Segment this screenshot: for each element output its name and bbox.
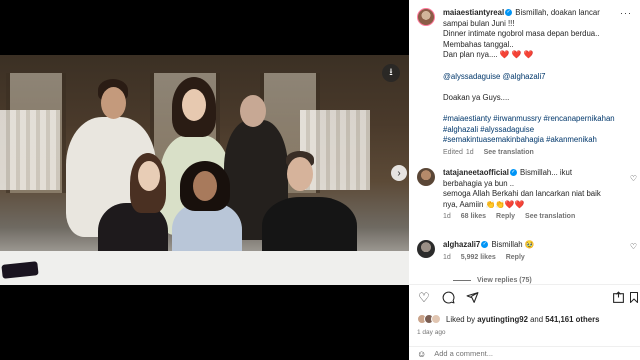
- action-bar: ♡: [417, 291, 638, 307]
- comment-likes[interactable]: 5,992 likes: [461, 254, 496, 261]
- comment-line: berbahagia ya bun ..: [443, 178, 515, 188]
- caption-line: Dan plan nya....: [443, 50, 498, 60]
- add-comment-input[interactable]: Add a comment...: [434, 349, 493, 358]
- caption-age: 1d: [465, 148, 474, 156]
- caption-mentions[interactable]: @alyssadaguise @alghazali7: [443, 72, 546, 81]
- share-icon[interactable]: [465, 291, 479, 305]
- heart-icon[interactable]: ♡: [630, 242, 637, 251]
- caption-meta: Edited 1d See translation: [443, 149, 627, 156]
- commenter-username[interactable]: tatajaneetaofficial: [443, 168, 509, 177]
- instagram-post-modal: ⭳ maiaestiantyreal ✓ Bismillah, doakan la…: [0, 0, 640, 360]
- person-shape: [240, 95, 266, 127]
- comments-scroll[interactable]: maiaestiantyreal ✓ Bismillah, doakan lanc…: [409, 0, 640, 284]
- reply-button[interactable]: Reply: [506, 254, 525, 261]
- comment-emojis: 👏👏❤️❤️: [485, 199, 525, 209]
- comment-age: 1d: [443, 213, 451, 221]
- liked-by-label: Liked by: [446, 314, 476, 324]
- comment-item: tatajaneetaofficial ✓ Bismillah... ikut b…: [417, 168, 637, 220]
- hashtag-line[interactable]: #alghazali #alyssadaguise: [443, 125, 534, 134]
- comment-text: alghazali7 ✓ Bismillah 🥹: [443, 240, 627, 251]
- verified-icon: ✓: [481, 241, 489, 249]
- caption-line: Dinner intimate ngobrol masa depan berdu…: [443, 29, 600, 39]
- share-icon-svg: [466, 292, 478, 303]
- liker-username[interactable]: ayutingting92: [477, 315, 528, 324]
- person-shape: [138, 161, 160, 191]
- caption-doakan: Doakan ya Guys....: [443, 92, 510, 102]
- comment-meta: 1d 68 likes Reply See translation: [443, 213, 627, 220]
- download-icon[interactable]: ⭳: [382, 64, 400, 82]
- comment-line: semoga Allah Berkahi dan lancarkan niat …: [443, 189, 601, 199]
- commenter-avatar[interactable]: [417, 168, 435, 186]
- caption-text: maiaestiantyreal ✓ Bismillah, doakan lanc…: [443, 8, 627, 146]
- author-username[interactable]: maiaestiantyreal: [443, 8, 504, 17]
- caption-line: Membahas tanggal..: [443, 39, 514, 49]
- caption-hearts: ❤️ ❤️ ❤️: [499, 50, 534, 60]
- add-comment-bar: ☺ Add a comment...: [409, 346, 640, 360]
- chevron-right-icon[interactable]: ›: [391, 165, 407, 181]
- caption-line: Bismillah, doakan lancar: [515, 8, 600, 17]
- comment-emojis: 🥹: [524, 240, 535, 249]
- comment-likes[interactable]: 68 likes: [461, 213, 486, 220]
- person-shape: [101, 87, 126, 119]
- post-photo[interactable]: [0, 55, 409, 285]
- comment-age: 1d: [443, 253, 451, 261]
- edited-label: Edited: [443, 148, 463, 156]
- repost-icon[interactable]: [611, 291, 625, 305]
- comment-icon-svg: [442, 291, 454, 304]
- commenter-username[interactable]: alghazali7: [443, 240, 480, 249]
- hashtag-line[interactable]: #semakintuasemakinbahagia #akanmenikah: [443, 135, 597, 144]
- commenter-avatar[interactable]: [417, 240, 435, 258]
- comment-meta: 1d 5,992 likes Reply: [443, 254, 627, 261]
- comment-text: tatajaneetaofficial ✓ Bismillah... ikut b…: [443, 168, 627, 210]
- see-translation-link[interactable]: See translation: [484, 149, 534, 156]
- person-shape: [287, 157, 313, 191]
- comment-icon[interactable]: [441, 291, 455, 305]
- emoji-icon[interactable]: ☺: [417, 349, 426, 359]
- caption-line: sampai bulan Juni !!!: [443, 18, 515, 28]
- liker-avatar: [431, 314, 441, 324]
- person-shape: [193, 171, 217, 201]
- heart-icon[interactable]: ♡: [630, 174, 637, 183]
- view-replies-button[interactable]: View replies (75): [453, 277, 532, 284]
- see-translation-link[interactable]: See translation: [525, 213, 575, 220]
- dinner-table: [0, 251, 409, 285]
- comment-line: Bismillah... ikut: [520, 168, 573, 177]
- bookmark-icon-svg: [630, 292, 638, 303]
- reply-button[interactable]: Reply: [496, 213, 515, 220]
- verified-icon: ✓: [505, 9, 513, 17]
- person-shape: [182, 89, 206, 121]
- likes-summary: Liked by ayutingting92 and 541,161 other…: [417, 314, 599, 324]
- likes-count[interactable]: 541,161 others: [545, 315, 599, 324]
- verified-icon: ✓: [509, 169, 517, 177]
- divider: [409, 284, 640, 285]
- liked-and-label: and: [530, 314, 544, 324]
- curtain-decor: [0, 110, 60, 190]
- caption-block: maiaestiantyreal ✓ Bismillah, doakan lanc…: [417, 8, 627, 156]
- post-date[interactable]: 1 day ago: [417, 329, 446, 336]
- comment-item: alghazali7 ✓ Bismillah 🥹 1d 5,992 likes R…: [417, 240, 637, 261]
- comment-line: Bismillah: [491, 240, 523, 249]
- more-icon[interactable]: ···: [620, 8, 632, 18]
- heart-icon[interactable]: ♡: [417, 291, 431, 305]
- repost-icon-svg: [612, 291, 624, 303]
- comment-line: nya, Aamiin: [443, 199, 484, 209]
- hashtag-line[interactable]: #maiaestianty #irwanmussry #rencanaperni…: [443, 114, 615, 123]
- post-details-panel: maiaestiantyreal ✓ Bismillah, doakan lanc…: [409, 0, 640, 360]
- author-avatar[interactable]: [417, 8, 435, 26]
- bookmark-icon[interactable]: [627, 291, 640, 305]
